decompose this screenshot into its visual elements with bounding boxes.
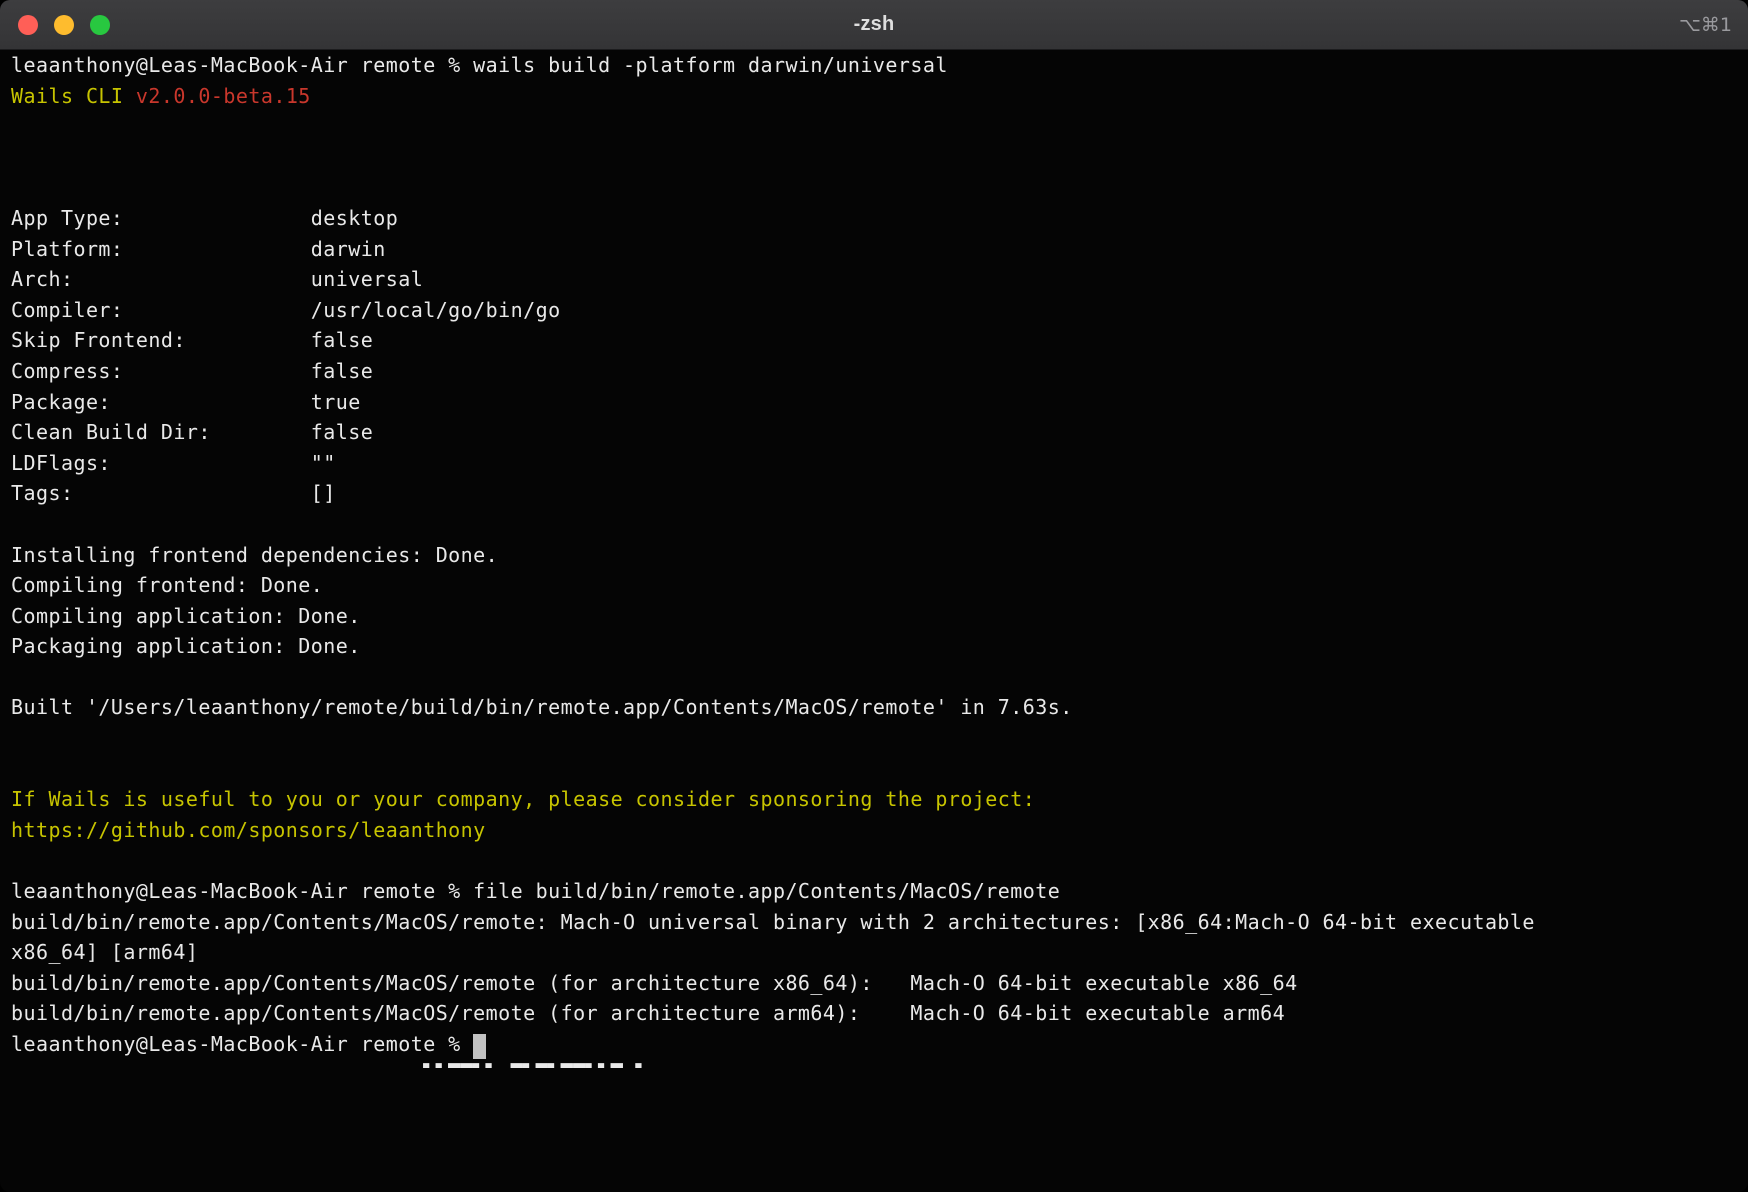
terminal-text-segment: leaanthony@Leas-MacBook-Air remote % fil… xyxy=(11,879,1060,903)
window-shortcut-badge: ⌥⌘1 xyxy=(1679,14,1732,36)
terminal-line: build/bin/remote.app/Contents/MacOS/remo… xyxy=(11,998,1748,1029)
terminal-line: leaanthony@Leas-MacBook-Air remote % xyxy=(11,1029,1748,1060)
zoom-button[interactable] xyxy=(90,15,110,35)
terminal-line: LDFlags: "" xyxy=(11,448,1748,479)
terminal-text-segment: Skip Frontend: false xyxy=(11,328,373,352)
minimize-button[interactable] xyxy=(54,15,74,35)
terminal-line: Clean Build Dir: false xyxy=(11,417,1748,448)
terminal-text-segment: Compiling application: Done. xyxy=(11,604,361,628)
terminal-line: Compiling application: Done. xyxy=(11,601,1748,632)
terminal-line xyxy=(11,111,1748,142)
terminal-text-segment: Installing frontend dependencies: Done. xyxy=(11,543,498,567)
terminal-text-segment: If Wails is useful to you or your compan… xyxy=(11,787,1035,811)
terminal-text-segment: Compiling frontend: Done. xyxy=(11,573,323,597)
terminal-line: If Wails is useful to you or your compan… xyxy=(11,784,1748,815)
terminal-line: Built '/Users/leaanthony/remote/build/bi… xyxy=(11,692,1748,723)
close-button[interactable] xyxy=(18,15,38,35)
terminal-line: https://github.com/sponsors/leaanthony xyxy=(11,815,1748,846)
terminal-line: Platform: darwin xyxy=(11,234,1748,265)
terminal-text-segment: Tags: [] xyxy=(11,481,336,505)
terminal-text-segment: x86_64] [arm64] xyxy=(11,940,198,964)
terminal-text-segment: App Type: desktop xyxy=(11,206,398,230)
clipped-line-artifact: ▘▘▀▀▘▘ ▀▘▀▘▀▀▘▘▀ ▘ xyxy=(11,1060,1748,1068)
terminal-line: Installing frontend dependencies: Done. xyxy=(11,540,1748,571)
terminal-text-segment: leaanthony@Leas-MacBook-Air remote % wai… xyxy=(11,53,948,77)
terminal-text-segment: leaanthony@Leas-MacBook-Air remote % xyxy=(11,1032,473,1056)
terminal-line: Compiler: /usr/local/go/bin/go xyxy=(11,295,1748,326)
terminal-text-segment: Wails CLI xyxy=(11,84,136,108)
terminal-line: Tags: [] xyxy=(11,478,1748,509)
terminal-line xyxy=(11,723,1748,754)
terminal-line: Arch: universal xyxy=(11,264,1748,295)
terminal-line: leaanthony@Leas-MacBook-Air remote % fil… xyxy=(11,876,1748,907)
terminal-text-segment: Package: true xyxy=(11,390,361,414)
terminal-line xyxy=(11,509,1748,540)
titlebar[interactable]: -zsh ⌥⌘1 xyxy=(0,0,1748,50)
terminal-screen[interactable]: leaanthony@Leas-MacBook-Air remote % wai… xyxy=(0,50,1748,1192)
terminal-line: Compress: false xyxy=(11,356,1748,387)
traffic-lights xyxy=(18,15,110,35)
terminal-line xyxy=(11,754,1748,785)
terminal-text-segment: Arch: universal xyxy=(11,267,423,291)
terminal-line: Wails CLI v2.0.0-beta.15 xyxy=(11,81,1748,112)
terminal-line: Package: true xyxy=(11,387,1748,418)
terminal-text-segment: Platform: darwin xyxy=(11,237,386,261)
terminal-line: Packaging application: Done. xyxy=(11,631,1748,662)
terminal-line: Skip Frontend: false xyxy=(11,325,1748,356)
terminal-line: build/bin/remote.app/Contents/MacOS/remo… xyxy=(11,907,1748,938)
window-title: -zsh xyxy=(854,13,895,36)
terminal-line: build/bin/remote.app/Contents/MacOS/remo… xyxy=(11,968,1748,999)
terminal-text-segment: Compiler: /usr/local/go/bin/go xyxy=(11,298,561,322)
terminal-text-segment: build/bin/remote.app/Contents/MacOS/remo… xyxy=(11,1001,1285,1025)
terminal-line: App Type: desktop xyxy=(11,203,1748,234)
terminal-line xyxy=(11,845,1748,876)
terminal-line: Compiling frontend: Done. xyxy=(11,570,1748,601)
terminal-line: leaanthony@Leas-MacBook-Air remote % wai… xyxy=(11,50,1748,81)
terminal-cursor xyxy=(473,1034,486,1059)
terminal-line xyxy=(11,172,1748,203)
terminal-text-segment: Packaging application: Done. xyxy=(11,634,361,658)
terminal-text-segment: ▘▘▀▀▘▘ ▀▘▀▘▀▀▘▘▀ ▘ xyxy=(11,1063,648,1068)
terminal-text-segment: Built '/Users/leaanthony/remote/build/bi… xyxy=(11,695,1073,719)
terminal-text-segment: Compress: false xyxy=(11,359,373,383)
terminal-text-segment: v2.0.0-beta.15 xyxy=(136,84,311,108)
terminal-text-segment: Clean Build Dir: false xyxy=(11,420,373,444)
terminal-line xyxy=(11,142,1748,173)
terminal-line: x86_64] [arm64] xyxy=(11,937,1748,968)
terminal-line xyxy=(11,662,1748,693)
terminal-window: -zsh ⌥⌘1 leaanthony@Leas-MacBook-Air rem… xyxy=(0,0,1748,1192)
terminal-text-segment: https://github.com/sponsors/leaanthony xyxy=(11,818,486,842)
terminal-text-segment: build/bin/remote.app/Contents/MacOS/remo… xyxy=(11,910,1535,934)
terminal-text-segment: LDFlags: "" xyxy=(11,451,336,475)
terminal-text-segment: build/bin/remote.app/Contents/MacOS/remo… xyxy=(11,971,1298,995)
